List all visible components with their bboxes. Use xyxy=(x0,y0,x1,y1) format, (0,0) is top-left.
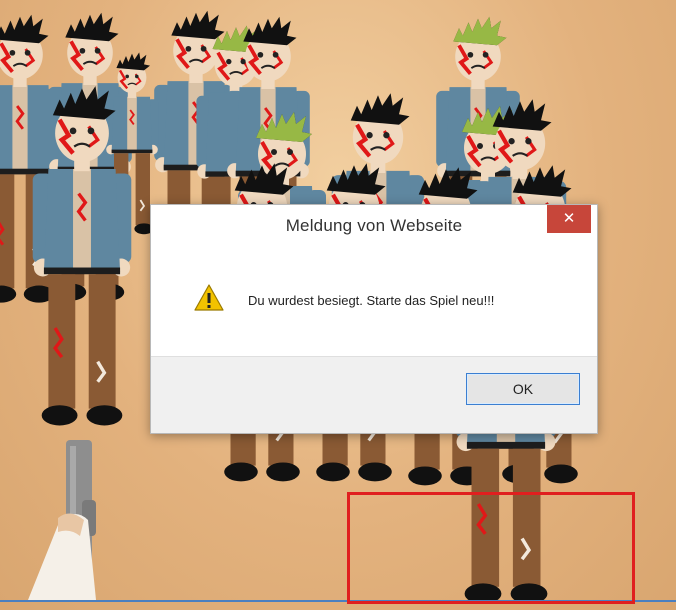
red-highlight-box xyxy=(347,492,635,604)
dialog-footer: OK xyxy=(151,356,597,433)
dialog-titlebar: Meldung von Webseite ✕ xyxy=(151,205,597,251)
alert-dialog: Meldung von Webseite ✕ Du wurdest besieg… xyxy=(150,204,598,434)
close-icon: ✕ xyxy=(562,210,576,227)
dialog-message: Du wurdest besiegt. Starte das Spiel neu… xyxy=(248,293,495,308)
player-gun xyxy=(28,440,96,600)
dialog-title: Meldung von Webseite xyxy=(285,216,463,235)
ok-button[interactable]: OK xyxy=(466,373,580,405)
close-button[interactable]: ✕ xyxy=(547,205,591,233)
dialog-body: Du wurdest besiegt. Starte das Spiel neu… xyxy=(151,251,597,355)
warning-icon xyxy=(194,284,224,311)
